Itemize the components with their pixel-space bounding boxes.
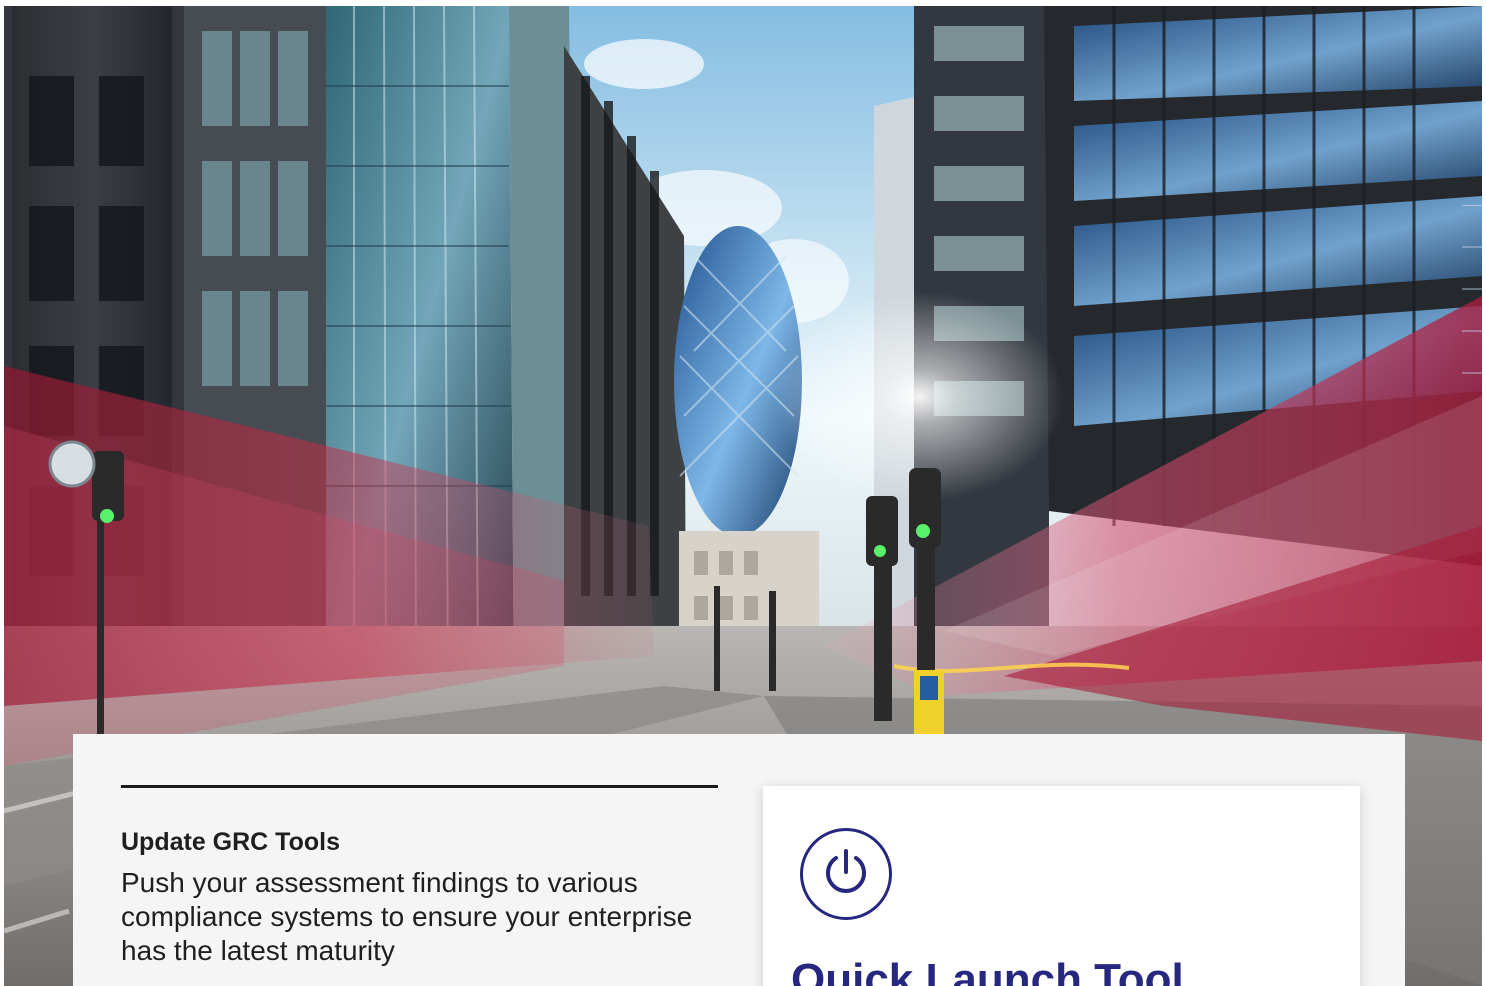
grc-tools-description: Push your assessment findings to various… (121, 867, 693, 966)
quick-launch-title[interactable]: Quick Launch Tool (791, 954, 1184, 986)
grc-tools-title: Update GRC Tools (121, 828, 340, 856)
right-edge-line-pattern (1462, 205, 1482, 386)
section-divider (121, 785, 718, 788)
quick-launch-card[interactable]: Quick Launch Tool (763, 786, 1360, 986)
feature-panel: Update GRC Tools Push your assessment fi… (73, 734, 1405, 986)
power-icon (826, 849, 866, 893)
web-page: Update GRC Tools Push your assessment fi… (0, 0, 1486, 986)
power-button[interactable] (800, 828, 892, 920)
